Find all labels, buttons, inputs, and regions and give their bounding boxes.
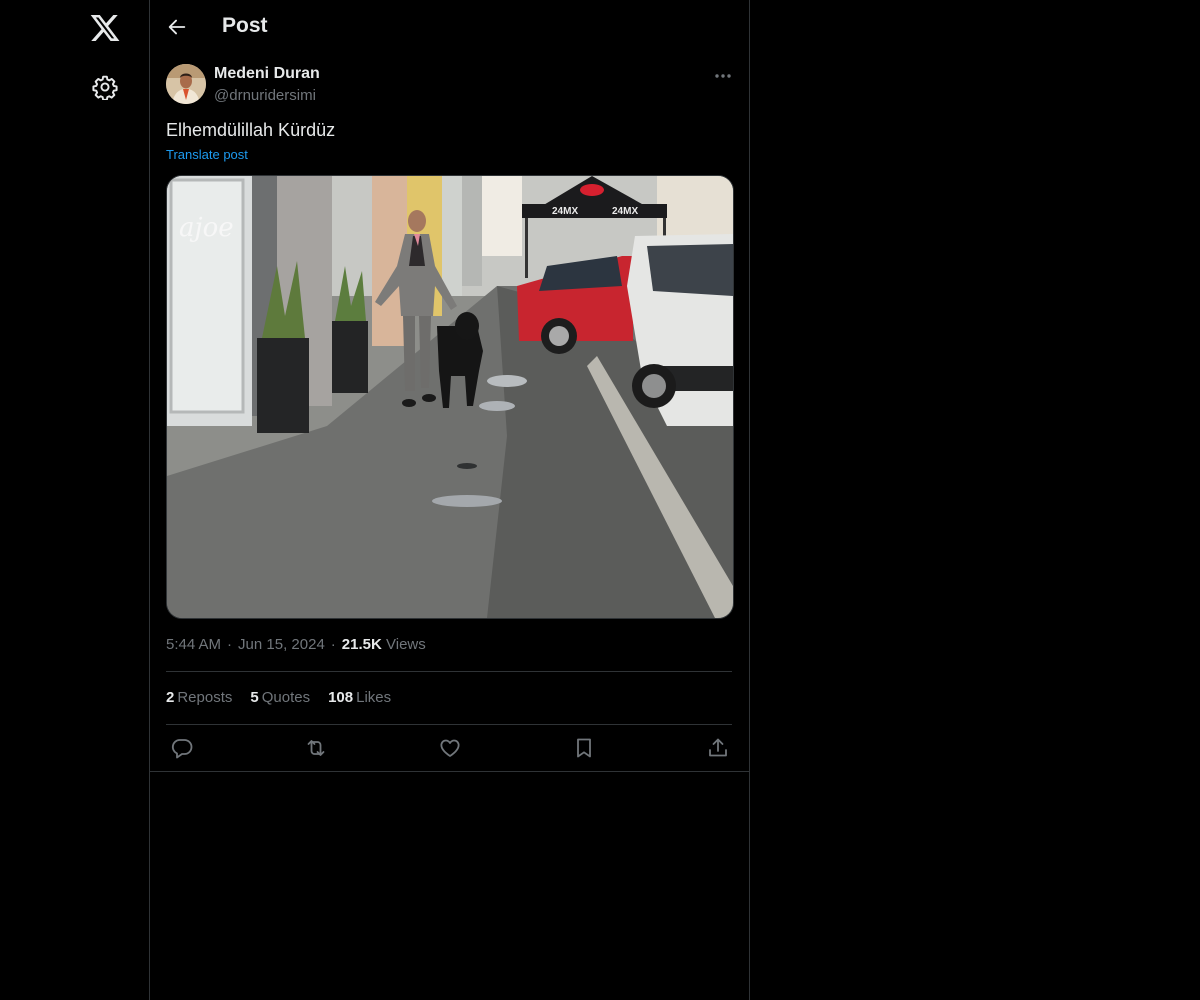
reply-icon[interactable] bbox=[170, 736, 194, 760]
post-time[interactable]: 5:44 AM bbox=[166, 636, 221, 653]
meta-separator: · bbox=[330, 636, 336, 653]
tent-brand-text-left: 24MX bbox=[552, 206, 578, 217]
post-date[interactable]: Jun 15, 2024 bbox=[238, 636, 325, 653]
more-horizontal-icon[interactable] bbox=[710, 66, 736, 86]
post-text: Elhemdülillah Kürdüz bbox=[166, 120, 336, 140]
repost-icon[interactable] bbox=[304, 736, 328, 760]
quotes-stat[interactable]: 5 Quotes bbox=[250, 689, 310, 706]
left-nav bbox=[0, 0, 149, 1000]
quotes-count: 5 bbox=[250, 689, 259, 706]
post-meta: 5:44 AM · Jun 15, 2024 · 21.5K Views bbox=[166, 636, 426, 653]
views-count: 21.5K bbox=[341, 636, 382, 653]
post-header: Post bbox=[150, 0, 749, 54]
heart-icon[interactable] bbox=[438, 736, 462, 760]
translate-post-link[interactable]: Translate post bbox=[166, 147, 248, 162]
page-title: Post bbox=[222, 14, 268, 37]
author-handle[interactable]: @drnuridersimi bbox=[214, 87, 316, 104]
divider bbox=[166, 671, 732, 672]
likes-count: 108 bbox=[328, 689, 354, 706]
quotes-label: Quotes bbox=[261, 689, 311, 706]
meta-separator: · bbox=[227, 636, 233, 653]
tent-brand-text-right: 24MX bbox=[612, 206, 638, 217]
x-logo-icon[interactable] bbox=[89, 12, 121, 44]
divider bbox=[150, 771, 749, 772]
avatar[interactable] bbox=[166, 64, 206, 104]
author-name[interactable]: Medeni Duran bbox=[214, 65, 320, 83]
reposts-count: 2 bbox=[166, 689, 175, 706]
post-media-image[interactable]: 24MX 24MX ajoe bbox=[166, 175, 734, 619]
reposts-label: Reposts bbox=[177, 689, 233, 706]
likes-label: Likes bbox=[356, 689, 392, 706]
gear-icon[interactable] bbox=[92, 74, 118, 100]
main-column: Post Medeni Duran @drnuridersimi Elhemdü… bbox=[149, 0, 750, 1000]
shop-sign-text: ajoe bbox=[179, 213, 234, 243]
engagement-stats: 2 Reposts 5 Quotes 108 Likes bbox=[166, 689, 409, 706]
reposts-stat[interactable]: 2 Reposts bbox=[166, 689, 232, 706]
views-label: Views bbox=[386, 636, 426, 653]
arrow-left-icon[interactable] bbox=[166, 16, 188, 38]
bookmark-icon[interactable] bbox=[572, 736, 596, 760]
post-action-bar bbox=[150, 725, 749, 772]
share-icon[interactable] bbox=[706, 736, 730, 760]
likes-stat[interactable]: 108 Likes bbox=[328, 689, 391, 706]
